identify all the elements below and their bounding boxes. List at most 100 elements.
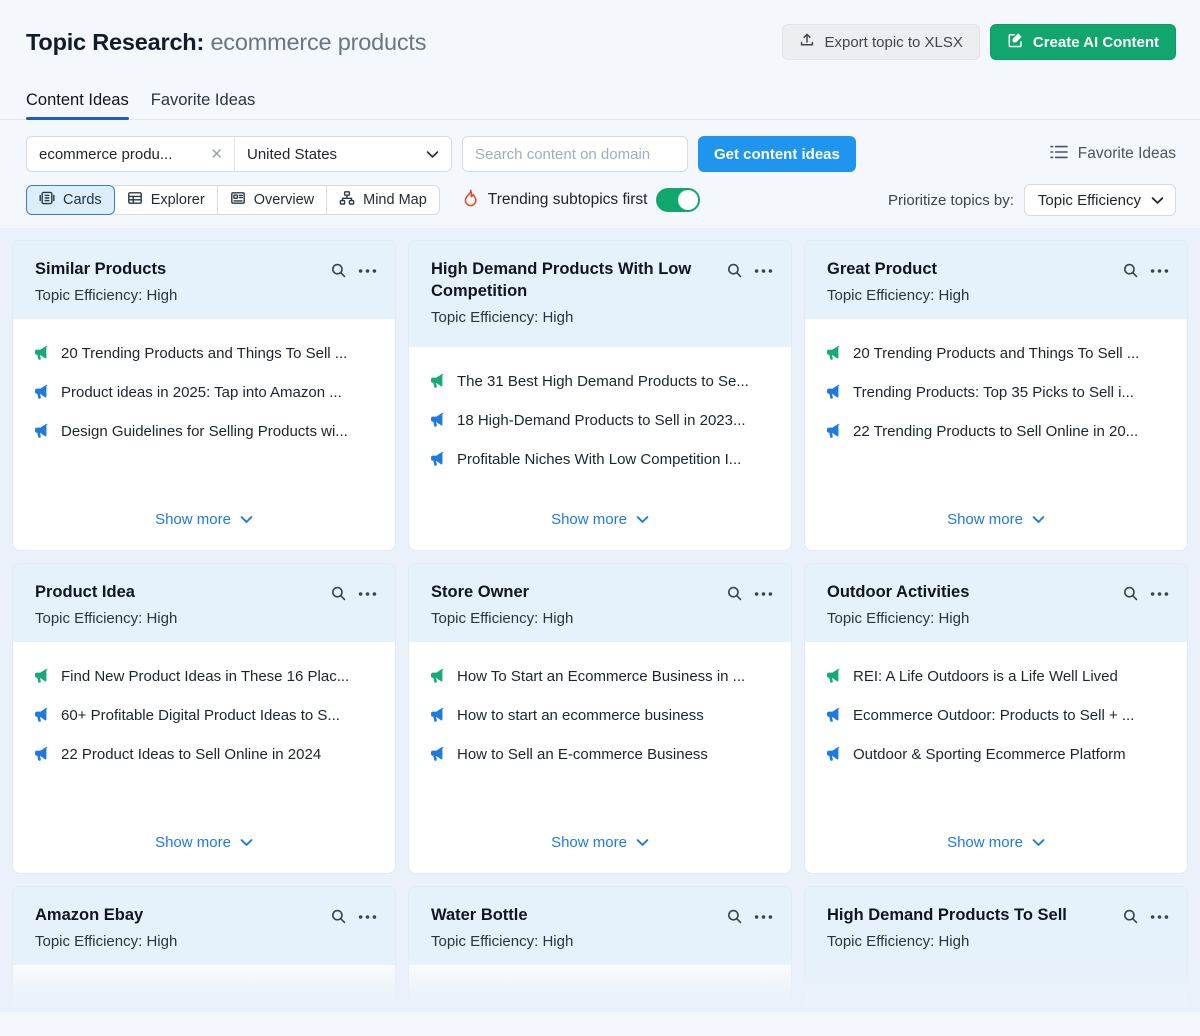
idea-item[interactable]: Design Guidelines for Selling Products w… (33, 423, 375, 444)
chevron-down-icon (1032, 834, 1045, 851)
idea-item[interactable]: Profitable Niches With Low Competition I… (429, 451, 771, 472)
mindmap-icon (339, 190, 355, 210)
card-header: High Demand Products To Sell Topic Effici… (805, 887, 1187, 993)
ellipsis-icon[interactable] (1150, 591, 1169, 597)
show-more-button[interactable]: Show more (825, 834, 1167, 851)
search-icon[interactable] (1122, 908, 1139, 925)
view-cards[interactable]: Cards (26, 185, 115, 215)
idea-item[interactable]: Trending Products: Top 35 Picks to Sell … (825, 384, 1167, 405)
search-icon[interactable] (1122, 585, 1139, 602)
card-title: High Demand Products To Sell (827, 906, 1067, 924)
ellipsis-icon[interactable] (754, 591, 773, 597)
page-title: Topic Research: ecommerce products (26, 29, 426, 56)
idea-item[interactable]: 20 Trending Products and Things To Sell … (825, 345, 1167, 366)
topic-card[interactable]: Outdoor Activities Topic Efficiency: High… (804, 563, 1188, 874)
idea-title: Find New Product Ideas in These 16 Plac.… (61, 668, 350, 685)
megaphone-icon (33, 345, 50, 366)
view-overview-label: Overview (253, 192, 315, 208)
upload-icon (799, 32, 815, 52)
favorite-ideas-link[interactable]: Favorite Ideas (1049, 145, 1176, 164)
idea-item[interactable]: Outdoor & Sporting Ecommerce Platform (825, 746, 1167, 767)
idea-title: How to start an ecommerce business (457, 707, 704, 724)
ellipsis-icon[interactable] (1150, 914, 1169, 920)
create-ai-content-button[interactable]: Create AI Content (989, 24, 1176, 60)
topic-card[interactable]: Similar Products Topic Efficiency: High 20… (12, 240, 396, 551)
prioritize-select[interactable]: Topic Efficiency (1023, 184, 1176, 216)
keyword-input[interactable]: ecommerce produ... ✕ (27, 137, 235, 171)
ellipsis-icon[interactable] (754, 268, 773, 274)
megaphone-icon (429, 412, 446, 433)
prioritize-label: Prioritize topics by: (888, 191, 1014, 209)
search-domain-input[interactable] (462, 136, 688, 172)
card-titles: Great Product Topic Efficiency: High (827, 259, 1112, 304)
search-icon[interactable] (1122, 262, 1139, 279)
search-icon[interactable] (726, 908, 743, 925)
show-more-button[interactable]: Show more (33, 511, 375, 528)
idea-title: 20 Trending Products and Things To Sell … (61, 345, 348, 362)
idea-title: Product ideas in 2025: Tap into Amazon .… (61, 384, 342, 401)
trending-subtopics-switch[interactable] (656, 188, 701, 212)
create-ai-content-label: Create AI Content (1032, 33, 1159, 51)
country-select[interactable]: United States (235, 137, 451, 171)
idea-item[interactable]: The 31 Best High Demand Products to Se..… (429, 373, 771, 394)
ellipsis-icon[interactable] (358, 914, 377, 920)
tab-content-ideas[interactable]: Content Ideas (26, 91, 129, 120)
idea-item[interactable]: How to Sell an E-commerce Business (429, 746, 771, 767)
view-explorer[interactable]: Explorer (114, 185, 218, 215)
megaphone-icon (33, 707, 50, 728)
view-mind-map[interactable]: Mind Map (327, 185, 440, 215)
idea-item[interactable]: Find New Product Ideas in These 16 Plac.… (33, 668, 375, 689)
header-actions: Export topic to XLSX Create AI Content (782, 24, 1176, 60)
card-title: Similar Products (35, 260, 167, 278)
search-icon[interactable] (726, 585, 743, 602)
card-titles: Amazon Ebay Topic Efficiency: High (35, 905, 320, 950)
idea-item[interactable]: 60+ Profitable Digital Product Ideas to … (33, 707, 375, 728)
idea-item[interactable]: REI: A Life Outdoors is a Life Well Live… (825, 668, 1167, 689)
prioritize-value: Topic Efficiency (1037, 191, 1141, 209)
topic-efficiency: Topic Efficiency: High (35, 286, 178, 304)
close-icon[interactable]: ✕ (210, 147, 223, 162)
topic-card[interactable]: High Demand Products With Low Competitio… (408, 240, 792, 551)
show-more-label: Show more (551, 834, 627, 851)
megaphone-icon (429, 707, 446, 728)
idea-item[interactable]: How To Start an Ecommerce Business in ..… (429, 668, 771, 689)
cards-icon (39, 190, 55, 210)
topic-efficiency: Topic Efficiency: High (827, 609, 970, 627)
trending-subtopics-label: Trending subtopics first (487, 191, 648, 208)
ellipsis-icon[interactable] (1150, 268, 1169, 274)
tab-favorite-ideas[interactable]: Favorite Ideas (151, 91, 256, 119)
topic-card[interactable]: Store Owner Topic Efficiency: High How To … (408, 563, 792, 874)
idea-item[interactable]: Product ideas in 2025: Tap into Amazon .… (33, 384, 375, 405)
ellipsis-icon[interactable] (358, 268, 377, 274)
view-overview[interactable]: Overview (217, 185, 328, 215)
show-more-button[interactable]: Show more (429, 511, 771, 528)
card-body: 20 Trending Products and Things To Sell … (13, 319, 395, 550)
topic-card[interactable]: High Demand Products To Sell Topic Effici… (804, 886, 1188, 1012)
card-title: Product Idea (35, 583, 135, 601)
search-icon[interactable] (330, 908, 347, 925)
card-header-icons (726, 259, 773, 279)
card-titles: Similar Products Topic Efficiency: High (35, 259, 320, 304)
show-more-button[interactable]: Show more (825, 511, 1167, 528)
idea-item[interactable]: 18 High-Demand Products to Sell in 2023.… (429, 412, 771, 433)
search-icon[interactable] (726, 262, 743, 279)
card-header: Great Product Topic Efficiency: High (805, 241, 1187, 319)
keyword-country-combo: ecommerce produ... ✕ United States (26, 136, 452, 172)
export-topic-button[interactable]: Export topic to XLSX (782, 24, 980, 60)
search-icon[interactable] (330, 262, 347, 279)
topic-card[interactable]: Water Bottle Topic Efficiency: High (408, 886, 792, 1012)
get-content-ideas-button[interactable]: Get content ideas (698, 136, 856, 172)
ellipsis-icon[interactable] (754, 914, 773, 920)
search-icon[interactable] (330, 585, 347, 602)
idea-item[interactable]: 20 Trending Products and Things To Sell … (33, 345, 375, 366)
show-more-button[interactable]: Show more (429, 834, 771, 851)
topic-card[interactable]: Amazon Ebay Topic Efficiency: High (12, 886, 396, 1012)
idea-item[interactable]: Ecommerce Outdoor: Products to Sell + ..… (825, 707, 1167, 728)
show-more-button[interactable]: Show more (33, 834, 375, 851)
idea-item[interactable]: How to start an ecommerce business (429, 707, 771, 728)
ellipsis-icon[interactable] (358, 591, 377, 597)
topic-card[interactable]: Product Idea Topic Efficiency: High Find N… (12, 563, 396, 874)
idea-item[interactable]: 22 Product Ideas to Sell Online in 2024 (33, 746, 375, 767)
idea-item[interactable]: 22 Trending Products to Sell Online in 2… (825, 423, 1167, 444)
topic-card[interactable]: Great Product Topic Efficiency: High 20 Tr… (804, 240, 1188, 551)
